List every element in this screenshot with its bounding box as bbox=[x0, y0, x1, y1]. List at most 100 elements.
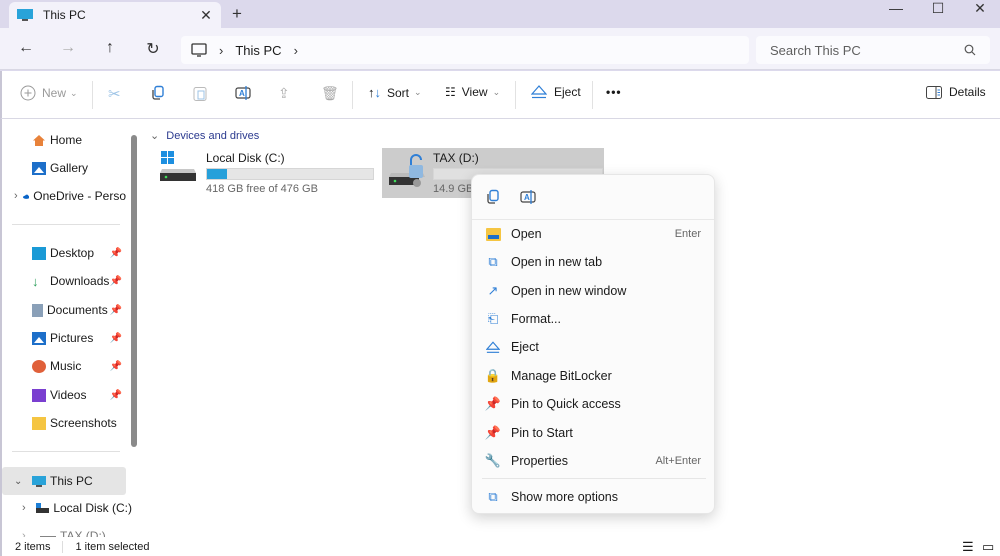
svg-text:A: A bbox=[524, 193, 530, 202]
gallery-icon bbox=[32, 161, 46, 175]
share-button[interactable]: ⇪ bbox=[278, 85, 290, 102]
item-count: 2 items bbox=[15, 540, 51, 553]
format-icon: ⎗ bbox=[487, 311, 499, 326]
refresh-button[interactable]: ↻ bbox=[143, 39, 163, 59]
context-menu-quick-actions: A bbox=[472, 175, 714, 220]
sidebar-item-home[interactable]: Home bbox=[2, 127, 126, 153]
menu-item-pin-start[interactable]: 📌 Pin to Start bbox=[472, 419, 714, 447]
documents-icon bbox=[32, 303, 43, 317]
bitlocker-icon: 🔒 bbox=[484, 368, 502, 383]
menu-item-open[interactable]: Open Enter bbox=[472, 220, 714, 248]
minimize-button[interactable]: — bbox=[876, 0, 916, 16]
pin-icon[interactable]: 📌 bbox=[110, 361, 122, 372]
pin-icon[interactable]: 📌 bbox=[110, 276, 122, 287]
sidebar-item-documents[interactable]: Documents 📌 bbox=[2, 297, 126, 323]
breadcrumb-chevron-icon[interactable]: › bbox=[219, 43, 223, 58]
rename-button[interactable]: A bbox=[235, 85, 251, 101]
drive-usage-fill bbox=[207, 169, 227, 179]
menu-item-manage-bitlocker[interactable]: 🔒 Manage BitLocker bbox=[472, 362, 714, 390]
tab-close-icon[interactable]: ✕ bbox=[191, 7, 221, 24]
maximize-button[interactable]: ☐ bbox=[918, 0, 958, 16]
sidebar-item-local-disk-c[interactable]: › Local Disk (C:) bbox=[2, 495, 132, 521]
sidebar-item-videos[interactable]: Videos 📌 bbox=[2, 382, 126, 408]
folder-open-icon bbox=[485, 226, 501, 242]
view-button[interactable]: ☷ View ⌄ bbox=[445, 85, 500, 99]
cut-button[interactable]: ✂ bbox=[108, 85, 121, 103]
locked-drive-icon bbox=[389, 154, 425, 187]
pin-icon[interactable]: 📌 bbox=[110, 305, 122, 316]
divider bbox=[352, 81, 353, 109]
group-header-devices[interactable]: ⌄ Devices and drives bbox=[150, 129, 259, 142]
sidebar-item-downloads[interactable]: ↓ Downloads 📌 bbox=[2, 268, 126, 294]
new-tab-button[interactable]: + bbox=[232, 4, 242, 24]
rename-icon[interactable]: A bbox=[520, 189, 536, 205]
copy-button[interactable] bbox=[150, 85, 166, 101]
menu-item-format[interactable]: ⎗ Format... bbox=[472, 305, 714, 333]
eject-icon bbox=[531, 85, 547, 99]
sort-button[interactable]: ↑↓ Sort ⌄ bbox=[368, 85, 422, 100]
tiles-view-icon[interactable]: ▭ bbox=[982, 539, 994, 555]
pin-icon[interactable]: 📌 bbox=[110, 248, 122, 259]
drive-local-disk-c[interactable]: Local Disk (C:) 418 GB free of 476 GB bbox=[158, 149, 380, 199]
sidebar-item-this-pc[interactable]: ⌄ This PC bbox=[2, 467, 126, 495]
chevron-down-icon: ⌄ bbox=[414, 87, 422, 97]
chevron-down-icon: ⌄ bbox=[492, 86, 501, 97]
home-icon bbox=[33, 134, 45, 146]
trash-icon: 🗑 bbox=[321, 85, 339, 101]
eject-button[interactable]: Eject bbox=[531, 85, 581, 99]
chevron-right-icon[interactable]: › bbox=[14, 190, 23, 202]
tab-title: This PC bbox=[43, 8, 86, 22]
scissors-icon: ✂ bbox=[108, 86, 121, 103]
chevron-right-icon[interactable]: › bbox=[22, 502, 36, 514]
sidebar-item-gallery[interactable]: Gallery bbox=[2, 155, 126, 181]
sidebar-item-screenshots[interactable]: Screenshots bbox=[2, 410, 126, 436]
details-view-icon[interactable]: ☰ bbox=[962, 539, 974, 555]
details-button[interactable]: Details bbox=[926, 85, 986, 99]
more-options-icon: ⧉ bbox=[488, 489, 498, 504]
videos-icon bbox=[32, 388, 46, 402]
up-button[interactable]: ↑ bbox=[100, 39, 120, 57]
delete-button[interactable]: 🗑 bbox=[321, 85, 339, 102]
sidebar-item-desktop[interactable]: Desktop 📌 bbox=[2, 240, 126, 266]
chevron-down-icon[interactable]: ⌄ bbox=[14, 476, 32, 487]
new-button[interactable]: New ⌄ bbox=[20, 85, 78, 101]
chevron-right-icon[interactable]: › bbox=[22, 530, 40, 537]
downloads-icon: ↓ bbox=[32, 273, 39, 289]
menu-item-pin-quick-access[interactable]: 📌 Pin to Quick access bbox=[472, 390, 714, 418]
sidebar-item-pictures[interactable]: Pictures 📌 bbox=[2, 325, 126, 351]
new-tab-icon: ⧉ bbox=[488, 254, 498, 269]
context-menu: A Open Enter ⧉ Open in new tab ↗ Open in… bbox=[471, 174, 715, 514]
tab-this-pc[interactable]: This PC ✕ bbox=[9, 2, 221, 28]
menu-item-open-new-tab[interactable]: ⧉ Open in new tab bbox=[472, 248, 714, 276]
menu-item-open-new-window[interactable]: ↗ Open in new window bbox=[472, 277, 714, 305]
sidebar-item-music[interactable]: Music 📌 bbox=[2, 353, 126, 379]
paste-button[interactable] bbox=[193, 85, 207, 101]
sort-icon: ↑↓ bbox=[368, 85, 381, 100]
menu-item-eject[interactable]: Eject bbox=[472, 333, 714, 361]
chevron-down-icon: ⌄ bbox=[150, 130, 160, 142]
menu-item-properties[interactable]: 🔧 Properties Alt+Enter bbox=[472, 447, 714, 475]
divider bbox=[92, 81, 93, 109]
back-button[interactable]: ← bbox=[16, 39, 36, 57]
search-placeholder: Search This PC bbox=[770, 42, 861, 58]
this-pc-icon bbox=[17, 9, 33, 21]
sidebar-scrollbar[interactable] bbox=[131, 135, 137, 447]
menu-item-show-more-options[interactable]: ⧉ Show more options bbox=[472, 483, 714, 511]
title-bar: This PC ✕ + — ☐ ✕ bbox=[0, 0, 1000, 28]
divider bbox=[12, 451, 120, 452]
forward-button[interactable]: → bbox=[58, 39, 78, 57]
breadcrumb-this-pc[interactable]: This PC bbox=[235, 43, 281, 58]
drive-name: TAX (D:) bbox=[433, 151, 479, 165]
sidebar-item-tax-d[interactable]: › TAX (D:) bbox=[2, 523, 132, 537]
search-icon bbox=[964, 44, 976, 56]
breadcrumb-chevron-icon[interactable]: › bbox=[294, 43, 298, 58]
pin-icon[interactable]: 📌 bbox=[110, 333, 122, 344]
copy-icon[interactable] bbox=[485, 189, 501, 205]
sidebar-item-onedrive[interactable]: › OneDrive - Perso bbox=[2, 183, 126, 209]
close-button[interactable]: ✕ bbox=[960, 0, 1000, 16]
address-bar[interactable]: › This PC › bbox=[181, 36, 749, 64]
search-input[interactable]: Search This PC bbox=[756, 36, 990, 64]
pin-icon[interactable]: 📌 bbox=[110, 390, 122, 401]
svg-text:A: A bbox=[239, 89, 245, 98]
more-options-button[interactable]: ••• bbox=[606, 85, 622, 99]
